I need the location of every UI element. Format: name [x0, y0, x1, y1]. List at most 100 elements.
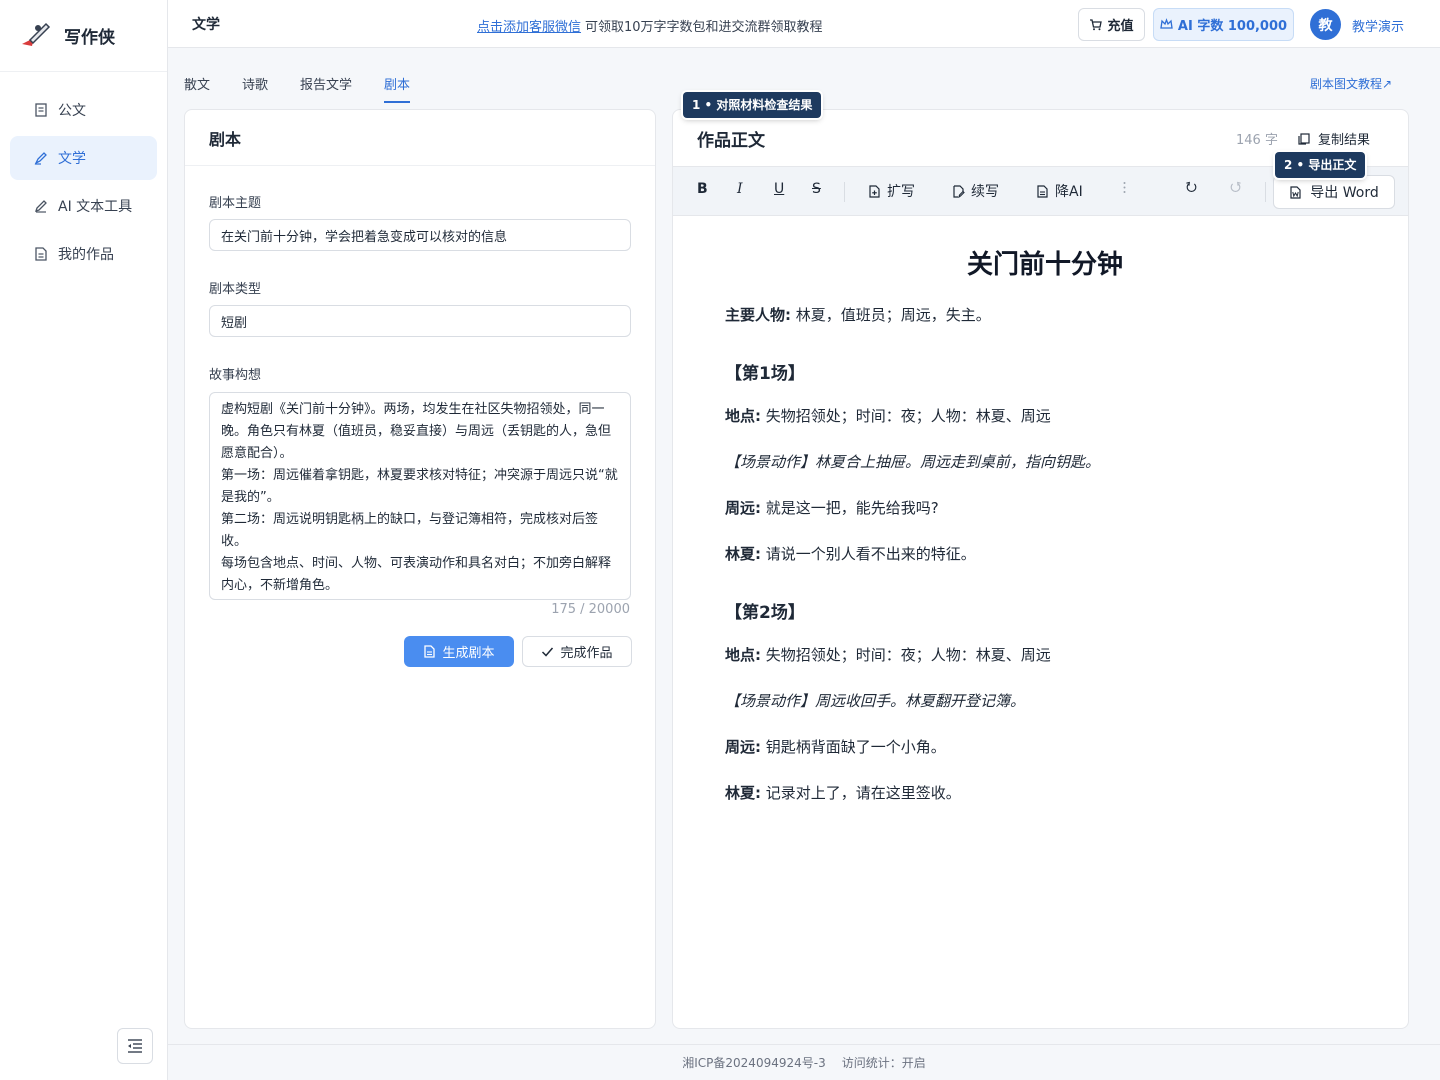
genre-tabs: 散文 诗歌 报告文学 剧本 [184, 74, 442, 103]
type-input[interactable]: 短剧 [209, 305, 631, 337]
finish-work-button[interactable]: 完成作品 [522, 636, 632, 667]
reduce-ai-button[interactable]: 降AI [1036, 181, 1083, 201]
place-label: 地点: [725, 407, 761, 425]
expand-button[interactable]: 扩写 [868, 181, 915, 201]
sidebar-nav: 公文 文学 AI 文本工具 我的作品 [0, 72, 167, 276]
scene-1-action: 【场景动作】林夏合上抽屉。周远走到桌前，指向钥匙。 [725, 453, 1101, 471]
undo-button[interactable] [1185, 181, 1204, 194]
dialogue: 就是这一把，能先给我吗? [765, 499, 939, 517]
export-word-label: 导出 Word [1310, 185, 1379, 201]
document-icon [35, 103, 47, 117]
continue-button[interactable]: 续写 [952, 181, 999, 201]
logo[interactable]: 写作侠 [0, 0, 167, 72]
sidebar-item-ai-tools[interactable]: AI 文本工具 [10, 184, 157, 228]
scene-2-line-1: 周远: 钥匙柄背面缺了一个小角。 [725, 735, 1365, 759]
notice-banner: 点击添加客服微信 可领取10万字字数包和进交流群领取教程 [477, 16, 823, 35]
add-wechat-link[interactable]: 点击添加客服微信 [477, 20, 581, 35]
check-icon [542, 647, 554, 657]
sidebar: 写作侠 公文 文学 AI 文本工具 我的作品 [0, 0, 168, 1080]
copy-label: 复制结果 [1318, 133, 1371, 148]
recharge-label: 充值 [1107, 19, 1134, 34]
redo-icon [1230, 181, 1241, 192]
editor-card: 作品正文 146 字 复制结果 B I U S 扩写 续写 降AI 导出 Wor… [672, 109, 1409, 1029]
file-plus-icon [869, 184, 880, 198]
user-name[interactable]: 教学演示 [1352, 16, 1404, 35]
toolbar-divider [1265, 182, 1266, 202]
guide-badge-check: 1 • 对照材料检查结果 [683, 92, 822, 118]
footer: 湘ICP备2024094924号-3 访问统计：开启 [168, 1044, 1440, 1080]
scene-2-title: 【第2场】 [725, 603, 805, 623]
continue-label: 续写 [971, 184, 999, 200]
editor-title: 作品正文 [697, 130, 765, 151]
story-textarea[interactable]: 虚构短剧《关门前十分钟》。两场，均发生在社区失物招领处，同一晚。角色只有林夏（值… [209, 392, 631, 600]
char-counter: 175 / 20000 [551, 602, 630, 617]
export-word-button[interactable]: 导出 Word [1273, 175, 1395, 209]
done-label: 完成作品 [560, 646, 613, 661]
sidebar-item-label: 公文 [58, 103, 86, 119]
bold-button[interactable]: B [697, 181, 708, 197]
top-bar: 文学 点击添加客服微信 可领取10万字字数包和进交流群领取教程 充值 AI 字数 … [168, 0, 1440, 48]
word-file-icon [1290, 185, 1301, 199]
more-options-icon[interactable] [1118, 181, 1137, 194]
recharge-button[interactable]: 充值 [1078, 8, 1145, 41]
sidebar-item-label: 文学 [58, 151, 86, 167]
scene-1-line-1: 周远: 就是这一把，能先给我吗? [725, 496, 1365, 520]
sidebar-item-official-docs[interactable]: 公文 [10, 88, 157, 132]
file-icon [424, 645, 436, 658]
toolbar-divider [844, 182, 845, 202]
edit-icon [34, 200, 47, 213]
document-body[interactable]: 关门前十分钟 主要人物: 林夏，值班员；周远，失主。 【第1场】 地点: 失物招… [725, 216, 1365, 827]
story-label: 故事构想 [209, 368, 262, 383]
word-count: 146 字 [1236, 133, 1278, 148]
redo-button[interactable] [1229, 181, 1248, 194]
scene-1-place: 地点: 失物招领处；时间：夜；人物：林夏、周远 [725, 404, 1365, 428]
place-label: 地点: [725, 646, 761, 664]
sidebar-item-my-works[interactable]: 我的作品 [10, 232, 157, 276]
speaker: 周远: [725, 499, 761, 517]
tab-poetry[interactable]: 诗歌 [242, 74, 268, 103]
underline-button[interactable]: U [774, 181, 784, 197]
expand-label: 扩写 [887, 184, 915, 200]
scene-2-line-2: 林夏: 记录对上了，请在这里签收。 [725, 781, 1365, 805]
ai-quota-label: AI 字数 100,000 [1177, 19, 1288, 34]
characters-text: 林夏，值班员；周远，失主。 [795, 306, 991, 324]
app-name: 写作侠 [64, 28, 115, 48]
notice-text: 可领取10万字字数包和进交流群领取教程 [585, 20, 823, 35]
type-label: 剧本类型 [209, 282, 262, 297]
topic-input[interactable]: 在关门前十分钟，学会把着急变成可以核对的信息 [209, 219, 631, 251]
scene-2-action: 【场景动作】周远收回手。林夏翻开登记簿。 [725, 692, 1026, 710]
file-edit-icon [953, 184, 965, 198]
topic-label: 剧本主题 [209, 196, 262, 211]
visit-stats: 访问统计：开启 [841, 1056, 926, 1070]
scene-2-place: 地点: 失物招领处；时间：夜；人物：林夏、周远 [725, 643, 1365, 667]
scene-1-line-2: 林夏: 请说一个别人看不出来的特征。 [725, 542, 1365, 566]
pen-icon [34, 152, 47, 165]
logo-pen-icon [22, 22, 51, 46]
file-text-icon [1037, 184, 1048, 198]
speaker: 林夏: [725, 545, 761, 563]
copy-result-button[interactable]: 复制结果 [1298, 129, 1370, 148]
page-title: 文学 [192, 16, 220, 33]
strikethrough-button[interactable]: S [812, 181, 821, 197]
characters-label: 主要人物: [725, 306, 791, 324]
ai-quota-button[interactable]: AI 字数 100,000 [1153, 8, 1294, 41]
sidebar-item-literature[interactable]: 文学 [10, 136, 157, 180]
dialogue: 请说一个别人看不出来的特征。 [765, 545, 976, 563]
document-title: 关门前十分钟 [966, 250, 1123, 280]
tab-script[interactable]: 剧本 [384, 74, 411, 103]
vertical-dots-icon [1123, 182, 1126, 193]
script-tutorial-link[interactable]: 剧本图文教程↗ [1310, 75, 1392, 92]
reduce-ai-label: 降AI [1055, 184, 1083, 200]
tab-reportage[interactable]: 报告文学 [300, 74, 352, 103]
avatar[interactable]: 教 [1310, 9, 1341, 40]
tab-prose[interactable]: 散文 [184, 74, 210, 103]
icp-link[interactable]: 湘ICP备2024094924号-3 [682, 1054, 825, 1071]
menu-collapse-icon [128, 1039, 142, 1053]
generate-script-button[interactable]: 生成剧本 [404, 636, 514, 667]
speaker: 周远: [725, 738, 761, 756]
italic-button[interactable]: I [737, 181, 743, 197]
undo-icon [1186, 181, 1197, 192]
dialogue: 钥匙柄背面缺了一个小角。 [765, 738, 946, 756]
collapse-sidebar-button[interactable] [117, 1028, 153, 1064]
crown-icon [1160, 18, 1173, 29]
